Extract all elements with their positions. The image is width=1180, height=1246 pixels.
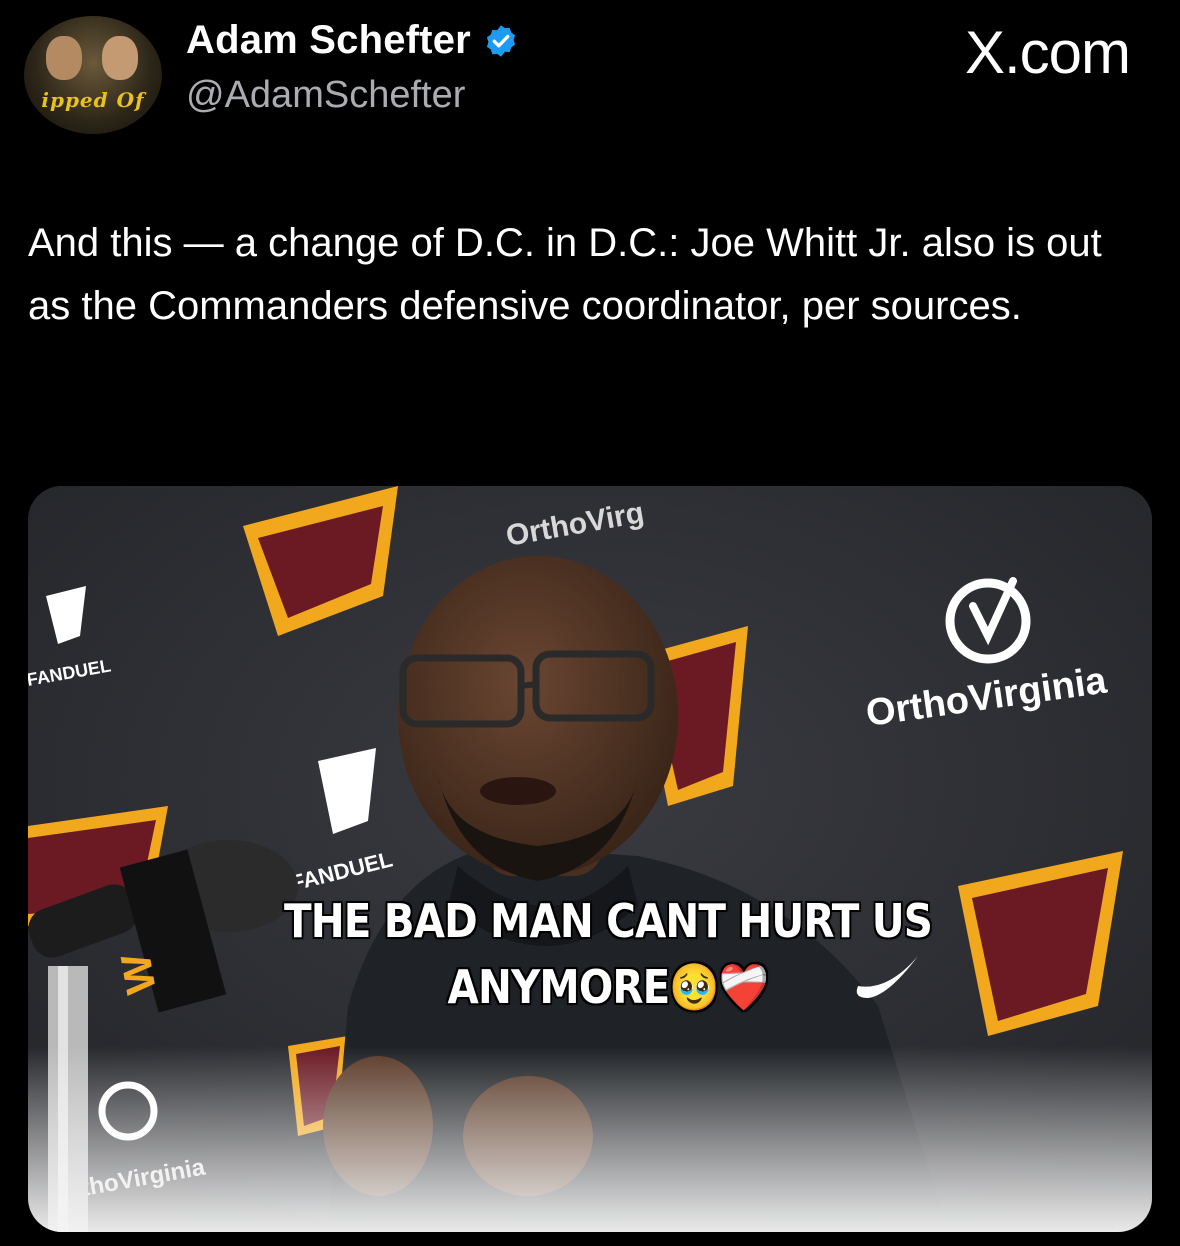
avatar-face-right xyxy=(102,36,138,80)
avatar-face-left xyxy=(46,36,82,80)
meme-caption: THE BAD MAN CANT HURT US ANYMORE🥹❤️‍🩹 xyxy=(283,893,934,1015)
verified-badge-icon xyxy=(486,24,516,57)
author-avatar[interactable]: ipped Of xyxy=(24,16,162,134)
avatar-banner-text: ipped Of xyxy=(41,88,145,112)
tweet-media-image[interactable]: OrthoVirginia OrthoVirg FANDUEL FANDUEL … xyxy=(28,486,1152,1232)
press-conference-photo: OrthoVirginia OrthoVirg FANDUEL FANDUEL … xyxy=(28,486,1152,1232)
author-name-row: Adam Schefter xyxy=(186,18,519,63)
tweet-text: And this — a change of D.C. in D.C.: Joe… xyxy=(28,221,1102,328)
author-name[interactable]: Adam Schefter xyxy=(186,18,471,63)
author-handle[interactable]: @AdamSchefter xyxy=(186,74,465,117)
tweet-header: ipped Of Adam Schefter @AdamSchefter X.c… xyxy=(0,0,1180,170)
mic-flag-letter: W xyxy=(112,950,165,998)
source-label: X.com xyxy=(964,19,1131,86)
